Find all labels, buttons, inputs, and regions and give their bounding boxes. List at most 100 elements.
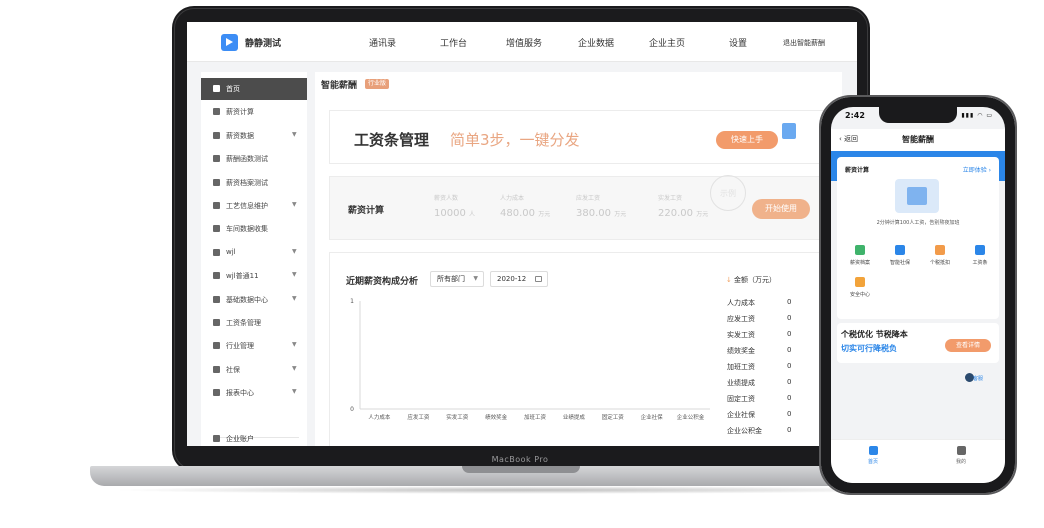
phone-notch: [879, 107, 957, 123]
feature-icon: [895, 245, 905, 255]
chevron-down-icon: ▼: [292, 364, 297, 372]
sidebar-item-label: 行业管理: [226, 342, 254, 351]
sidebar-item[interactable]: 薪资计算: [201, 101, 307, 123]
sidebar-item[interactable]: 工资条管理: [201, 312, 307, 334]
sidebar-item-label: wjl普通11: [226, 272, 259, 281]
legend-row: 应发工资 0: [727, 314, 797, 328]
try-now-link[interactable]: 立即体验 ›: [963, 165, 991, 174]
date-picker[interactable]: 2020-12: [490, 271, 548, 287]
legend-value: 0: [787, 362, 792, 370]
stat-headcount: 薪资人数 10000 人: [434, 193, 475, 219]
legend-value: 0: [787, 410, 792, 418]
phone-salary-card: 薪资计算 立即体验 › 2分钟计算100人工资，告别熬夜加班 薪资档案 智能社保 个…: [837, 157, 999, 319]
legend-row: 加班工资 0: [727, 362, 797, 376]
chevron-down-icon: ▼: [292, 388, 297, 396]
nav-enterprise-data[interactable]: 企业数据: [578, 36, 614, 49]
legend-title: 金额（万元）: [734, 276, 776, 284]
stat-value: 10000 人: [434, 208, 476, 219]
legend-row: 业绩提成 0: [727, 378, 797, 392]
page-title: 智能薪酬: [321, 81, 358, 91]
y-tick-label: 0: [350, 406, 354, 413]
phone-screen: 2:42 ▮▮▮ ◠ ▭ 智能薪酬 ‹ 返回 薪资计算 立即体验 › 2分钟计算…: [831, 107, 1005, 483]
sidebar-item[interactable]: 薪资档案测试: [201, 172, 307, 194]
stat-value: 480.00 万元: [500, 208, 551, 219]
menu-icon: [213, 202, 220, 209]
feature-icon-tile[interactable]: 智能社保: [885, 245, 915, 266]
menu-icon: [213, 85, 220, 92]
feature-icon-tile[interactable]: 工资条: [965, 245, 995, 266]
sidebar-item[interactable]: 薪资数据 ▼: [201, 125, 307, 147]
sidebar-item-label: wjl: [226, 247, 236, 256]
sidebar-item-label: 报表中心: [226, 389, 254, 398]
phone-frame: 2:42 ▮▮▮ ◠ ▭ 智能薪酬 ‹ 返回 薪资计算 立即体验 › 2分钟计算…: [819, 95, 1017, 495]
view-details-button[interactable]: 查看详情: [945, 339, 991, 352]
phone-tab[interactable]: 我的: [941, 446, 981, 465]
phone-tab[interactable]: 首页: [853, 446, 893, 465]
quick-start-button[interactable]: 快速上手: [716, 131, 778, 149]
exit-link[interactable]: 退出智能薪酬: [783, 38, 825, 48]
department-select[interactable]: 所有部门 ▼: [430, 271, 484, 287]
calculator-illustration-icon: [895, 179, 939, 213]
sidebar-item[interactable]: 社保 ▼: [201, 359, 307, 381]
legend-label: 企业社保: [727, 411, 755, 419]
menu-icon: [213, 319, 220, 326]
phone-header: 智能薪酬 ‹ 返回: [831, 129, 1005, 151]
sidebar-item-label: 车间数据收集: [226, 225, 268, 234]
stat-value: 380.00 万元: [576, 208, 627, 219]
sidebar-item[interactable]: 车间数据收集: [201, 218, 307, 240]
sidebar-item[interactable]: 薪酬函数测试: [201, 148, 307, 170]
brand-name: 静静测试: [245, 39, 282, 49]
stat-label: 实发工资: [658, 195, 683, 202]
chevron-down-icon: ▼: [292, 130, 297, 138]
menu-icon: [213, 178, 220, 186]
stat-label: 应发工资: [576, 195, 601, 202]
legend-value: 0: [787, 330, 792, 338]
sidebar-item-label: 薪资数据: [226, 131, 254, 140]
service-label[interactable]: 客服: [973, 375, 983, 382]
feature-icon: [975, 245, 985, 255]
sidebar-item[interactable]: 首页: [201, 78, 307, 100]
menu-icon: [213, 155, 220, 163]
chevron-down-icon: ▼: [292, 341, 297, 349]
back-button[interactable]: ‹ 返回: [839, 134, 858, 144]
chevron-down-icon: ▼: [292, 247, 297, 255]
y-tick-label: 1: [350, 298, 354, 305]
sidebar: 首页 薪资计算 薪资数据 ▼ 薪酬函数测试 薪资档案测试 工艺信息维护 ▼ 车间数据收集 wjl ▼…: [201, 72, 307, 446]
sidebar-item[interactable]: 工艺信息维护 ▼: [201, 195, 307, 217]
feature-icon-tile[interactable]: 安全中心: [845, 277, 875, 298]
feature-label: 工资条: [972, 260, 988, 266]
nav-settings[interactable]: 设置: [729, 36, 747, 49]
legend-row: 人力成本 0: [727, 298, 797, 312]
stat-gross-pay: 应发工资 380.00 万元: [576, 193, 626, 219]
nav-workbench[interactable]: 工作台: [440, 36, 467, 49]
banner-subheading: 简单3步，一键分发: [450, 131, 580, 149]
account-icon: [213, 435, 220, 442]
start-using-button[interactable]: 开始使用: [752, 199, 810, 219]
menu-icon: [213, 295, 220, 303]
sidebar-item-label: 社保: [226, 365, 240, 374]
phone-tab-bar: 首页 我的: [831, 439, 1005, 483]
sidebar-item-account[interactable]: 企业账户: [201, 428, 307, 446]
chevron-down-icon: ▼: [292, 294, 297, 302]
payslip-banner: 工资条管理 简单3步，一键分发 快速上手: [329, 110, 824, 164]
x-tick-label: 业绩提成: [563, 413, 586, 421]
nav-value-added[interactable]: 增值服务: [506, 36, 542, 49]
sidebar-item[interactable]: wjl ▼: [201, 242, 307, 264]
nav-contacts[interactable]: 通讯录: [369, 36, 396, 49]
feature-icon: [855, 277, 865, 287]
feature-icon-tile[interactable]: 薪资档案: [845, 245, 875, 266]
menu-icon: [213, 389, 220, 397]
status-icons: ▮▮▮ ◠ ▭: [961, 112, 993, 119]
x-tick-label: 人力成本: [368, 413, 391, 421]
sidebar-item-label: 工艺信息维护: [226, 202, 268, 210]
sidebar-item[interactable]: 行业管理 ▼: [201, 335, 307, 357]
laptop-model-label: MacBook Pro: [491, 455, 549, 464]
sidebar-item[interactable]: 基础数据中心 ▼: [201, 289, 307, 311]
sidebar-item[interactable]: wjl普通11 ▼: [201, 265, 307, 287]
sidebar-item[interactable]: 报表中心 ▼: [201, 382, 307, 404]
nav-enterprise-home[interactable]: 企业主页: [649, 36, 685, 49]
feature-icon-tile[interactable]: 个税抵扣: [925, 245, 955, 266]
x-tick-label: 绩效奖金: [485, 413, 508, 421]
calc-title: 薪资计算: [348, 206, 385, 216]
feature-label: 智能社保: [889, 260, 910, 266]
